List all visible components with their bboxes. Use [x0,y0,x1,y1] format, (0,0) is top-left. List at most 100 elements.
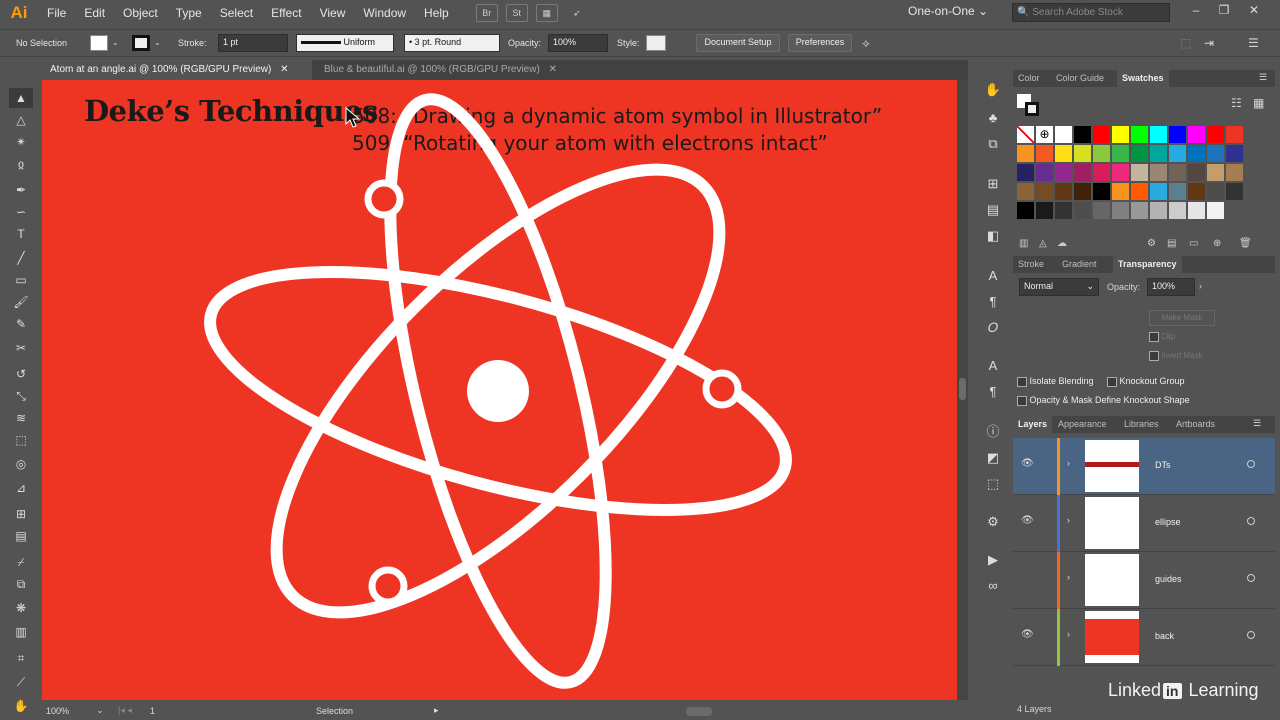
new-swatch-icon[interactable]: ⊕ [1213,238,1221,249]
close-icon[interactable]: ✕ [1242,3,1266,21]
swatch-3-7[interactable] [1150,183,1167,200]
electron-bottom[interactable] [368,566,408,606]
clip-box[interactable] [1149,332,1159,342]
menu-window[interactable]: Window [354,0,415,26]
transform-icon[interactable]: ⇥ [1204,36,1214,50]
blend-tool-icon[interactable]: ⧉ [9,574,33,594]
rotate-tool-icon[interactable]: ↺ [9,364,33,384]
swatch-3-10[interactable] [1207,183,1224,200]
stroke-swatch[interactable] [132,35,150,51]
opacity-mask-knockout-box[interactable] [1017,395,1027,406]
gpu-rocket-icon[interactable]: ➶ [566,4,588,22]
character-icon[interactable]: A [981,266,1005,286]
links-icon[interactable]: ∞ [981,576,1005,596]
stock-button[interactable]: St [505,4,528,22]
thumbnail-view-icon[interactable]: ▦ [1253,96,1264,110]
club-symbol-icon[interactable]: ♣ [981,108,1005,128]
search-stock-input[interactable]: 🔍 Search Adobe Stock [1012,3,1170,22]
symbol-sprayer-tool-icon[interactable]: ❋ [9,598,33,618]
knockout-group-checkbox[interactable]: Knockout Group [1107,376,1185,387]
tab-artboards[interactable]: Artboards [1171,416,1220,433]
status-menu-icon[interactable]: ▸ [434,705,439,716]
bridge-button[interactable]: Br [475,4,498,22]
swatch-4-8[interactable] [1169,202,1186,219]
align-panel-icon[interactable]: ▤ [981,200,1005,220]
layer-row-ellipse[interactable]: 👁 › ellipse [1013,495,1275,552]
swatch-1-2[interactable] [1055,145,1072,162]
swatch-3-3[interactable] [1074,183,1091,200]
artboard-tool-icon[interactable]: ⌗ [9,648,33,668]
swatch-3-5[interactable] [1112,183,1129,200]
list-view-icon[interactable]: ☷ [1231,96,1242,110]
swatch-2-10[interactable] [1207,164,1224,181]
eyedropper-tool-icon[interactable]: ⌿ [9,552,33,572]
layer-name[interactable]: DTs [1155,460,1171,470]
fill-swatch[interactable] [90,35,108,51]
swatch-1-8[interactable] [1169,145,1186,162]
tab-layers[interactable]: Layers [1013,416,1053,433]
layer-name[interactable]: guides [1155,574,1182,584]
new-color-group-icon[interactable]: ▤ [1167,238,1176,249]
hand-tool-icon[interactable]: ✋ [9,696,33,716]
swatch-4-10[interactable] [1207,202,1224,219]
swatch-0-6[interactable] [1131,126,1148,143]
quick-actions-icon[interactable]: ⟡ [862,36,870,51]
column-graph-tool-icon[interactable]: ▥ [9,622,33,642]
tab-stroke[interactable]: Stroke [1013,256,1049,273]
close-tab-icon[interactable]: ✕ [280,64,288,75]
menu-type[interactable]: Type [167,0,211,26]
swatch-0-3[interactable] [1074,126,1091,143]
menu-select[interactable]: Select [211,0,262,26]
isolate-blending-checkbox[interactable]: Isolate Blending [1017,376,1094,387]
swatch-1-5[interactable] [1112,145,1129,162]
swatch-4-3[interactable] [1074,202,1091,219]
artboard[interactable]: Deke’s Techniques 508: “Drawing a dynami… [42,80,957,700]
tab-transparency[interactable]: Transparency [1113,256,1182,273]
atom-symbol[interactable] [42,80,957,700]
swatch-libraries-icon[interactable]: ▥ [1019,238,1028,249]
layers-menu-icon[interactable]: ☰ [1253,418,1261,429]
artboard-number[interactable]: 1 [150,706,155,716]
swatch-3-11[interactable] [1226,183,1243,200]
swatch-3-0[interactable] [1017,183,1034,200]
swatch-3-8[interactable] [1169,183,1186,200]
invert-mask-checkbox[interactable]: Invert Mask [1149,351,1203,361]
menu-help[interactable]: Help [415,0,458,26]
artboard-nav-icon[interactable]: |◂ ◂ [118,705,132,716]
pen-tool-icon[interactable]: ✒ [9,180,33,200]
swatch-2-8[interactable] [1169,164,1186,181]
visibility-eye-icon[interactable]: 👁 [1021,629,1034,640]
swatch-2-2[interactable] [1055,164,1072,181]
expand-chevron-icon[interactable]: › [1067,572,1070,582]
menu-edit[interactable]: Edit [75,0,114,26]
vertical-scrollbar[interactable] [957,80,968,700]
tab-color-guide[interactable]: Color Guide [1051,70,1109,87]
brush-definition[interactable]: • 3 pt. Round [404,34,500,52]
gradient-tool-icon[interactable]: ▤ [9,526,33,546]
horizontal-scroll-thumb[interactable] [686,707,712,716]
stroke-weight-field[interactable]: 1 pt [218,34,288,52]
swatch-0-7[interactable] [1150,126,1167,143]
delete-swatch-icon[interactable]: 🗑 [1239,238,1252,249]
opentype-icon[interactable]: 𝑂 [981,318,1005,338]
swatch-0-4[interactable] [1093,126,1110,143]
scale-tool-icon[interactable]: ⤡ [9,386,33,406]
make-mask-button[interactable]: Make Mask [1149,310,1215,326]
tab-appearance[interactable]: Appearance [1053,416,1112,433]
swatch-options-icon[interactable]: ⚙ [1147,238,1156,249]
mesh-tool-icon[interactable]: ⊞ [9,504,33,524]
swatch-4-5[interactable] [1112,202,1129,219]
lasso-tool-icon[interactable]: ჲ [9,154,33,174]
expand-chevron-icon[interactable]: › [1067,515,1070,525]
panel-menu-icon[interactable]: ☰ [1248,36,1259,50]
shape-builder-tool-icon[interactable]: ◎ [9,454,33,474]
minimize-icon[interactable]: – [1184,3,1208,21]
swatch-4-4[interactable] [1093,202,1110,219]
paragraph-icon[interactable]: ¶ [981,292,1005,312]
target-circle-icon[interactable] [1247,574,1255,582]
tab-blue-and-beautiful[interactable]: Blue & beautiful.ai @ 100% (RGB/GPU Prev… [316,60,576,80]
align-icon[interactable]: ⬚ [1180,36,1191,50]
nucleus[interactable] [467,360,529,422]
swatch-3-2[interactable] [1055,183,1072,200]
visibility-eye-icon[interactable]: 👁 [1021,515,1034,526]
